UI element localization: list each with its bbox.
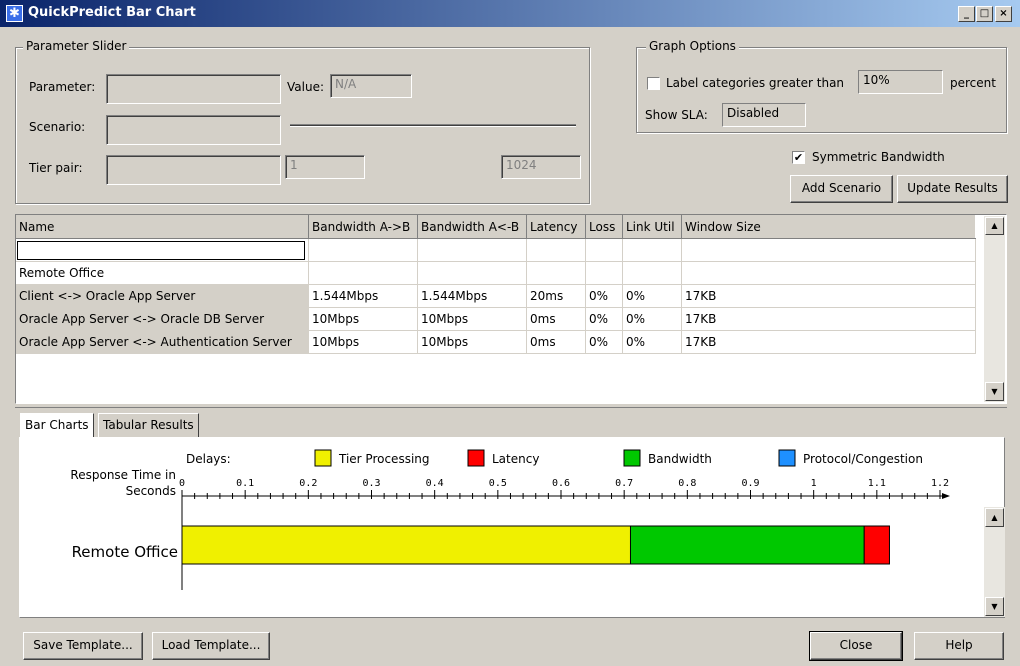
save-template-button[interactable]: Save Template... (23, 632, 143, 660)
tick-label: 0.8 (678, 478, 696, 489)
tick-label: 0.9 (741, 478, 759, 489)
legend-swatch (467, 449, 485, 467)
load-template-button[interactable]: Load Template... (152, 632, 270, 660)
legend-swatch (314, 449, 332, 467)
legend-label: Protocol/Congestion (803, 452, 923, 466)
bar-chart: Tier Processing Latency Bandwidth Protocol/… (72, 449, 950, 590)
legend-label: Tier Processing (338, 452, 430, 466)
tick-label: 0.6 (552, 478, 570, 489)
tick-label: 0.2 (299, 478, 317, 489)
tick-label: 1.1 (868, 478, 886, 489)
tick-label: 0.1 (236, 478, 254, 489)
tick-label: 1 (811, 478, 817, 489)
legend-label: Bandwidth (648, 452, 712, 466)
legend-swatch (623, 449, 641, 467)
category-label: Remote Office (72, 543, 178, 561)
chart-scroll-up-button[interactable]: ▲ (985, 508, 1004, 527)
chart-scroll-down-button[interactable]: ▼ (985, 597, 1004, 616)
tick-label: 1.2 (931, 478, 949, 489)
bar-segment-latency (863, 525, 890, 565)
tick-label: 0.3 (362, 478, 380, 489)
tick-label: 0 (179, 478, 185, 489)
tick-label: 0.5 (489, 478, 507, 489)
tick-label: 0.4 (426, 478, 444, 489)
close-button[interactable]: Close (809, 631, 903, 661)
tick-label: 0.7 (615, 478, 633, 489)
legend-swatch (778, 449, 796, 467)
bar-segment-bandwidth (629, 525, 865, 565)
legend-label: Latency (492, 452, 539, 466)
help-button[interactable]: Help (914, 632, 1004, 660)
bar-segment-tier-processing (181, 525, 631, 565)
x-axis-arrow (942, 493, 950, 499)
